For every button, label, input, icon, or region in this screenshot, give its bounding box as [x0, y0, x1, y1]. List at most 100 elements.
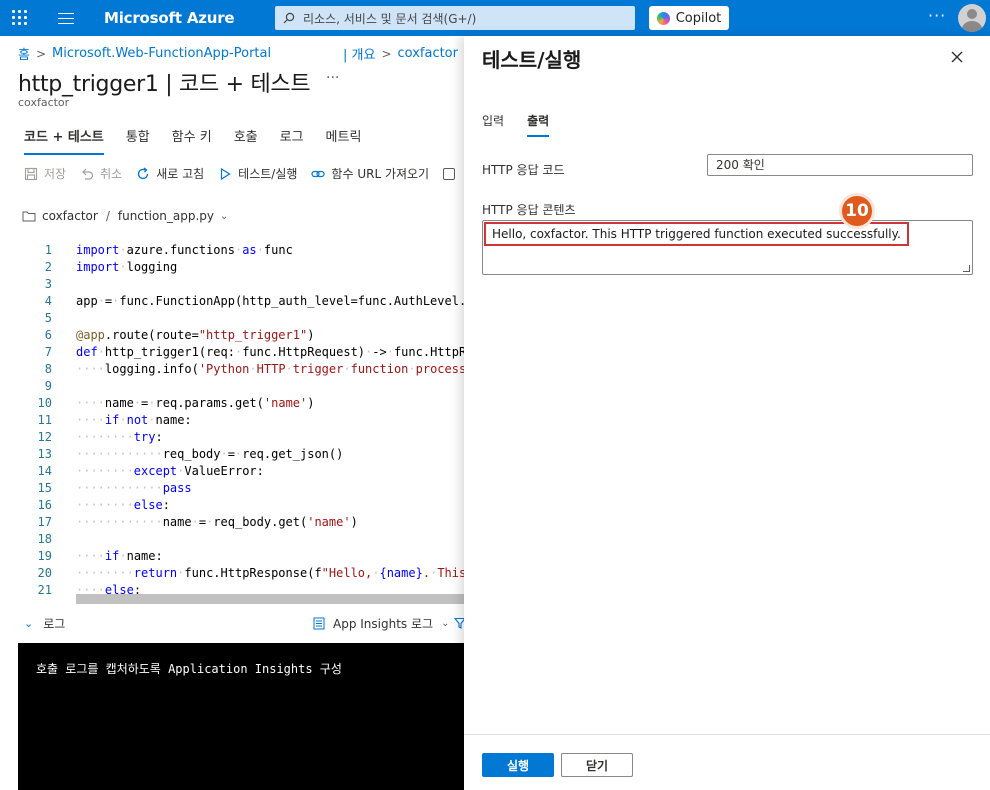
- copilot-icon: [656, 11, 670, 25]
- code-text: ········except·ValueError:: [76, 464, 264, 478]
- run-button[interactable]: 실행: [482, 753, 554, 777]
- folder-name: coxfactor: [42, 209, 98, 223]
- file-name[interactable]: function_app.py: [118, 209, 214, 223]
- footer-divider: [464, 734, 990, 735]
- line-number: 5: [44, 311, 52, 325]
- discard-button[interactable]: 취소: [80, 165, 122, 182]
- log-console: 호출 로그를 캡처하도록 Application Insights 구성: [18, 643, 464, 790]
- line-number: 8: [44, 362, 52, 376]
- horizontal-scrollbar[interactable]: [76, 594, 464, 604]
- path-separator: /: [105, 209, 110, 223]
- breadcrumb: 홈 > Microsoft.Web-FunctionApp-Portal: [18, 44, 271, 63]
- search-placeholder: 리소스, 서비스 및 문서 검색(G+/): [303, 11, 477, 26]
- http-content-label: HTTP 응답 콘텐츠: [482, 203, 576, 217]
- tab-invocations[interactable]: 호출: [234, 126, 258, 155]
- app-insights-dropdown[interactable]: App Insights 로그 ⌄: [313, 615, 449, 632]
- line-number: 2: [44, 260, 52, 274]
- copilot-button[interactable]: Copilot: [649, 6, 729, 30]
- panel-title: 테스트/실행: [482, 48, 582, 72]
- line-number: 14: [37, 464, 52, 478]
- chevron-down-icon[interactable]: ⌄: [220, 211, 228, 222]
- undo-icon: [82, 168, 94, 180]
- copilot-label: Copilot: [675, 10, 722, 26]
- tab-function-keys[interactable]: 함수 키: [172, 126, 212, 155]
- more-options-icon[interactable]: ···: [928, 6, 946, 25]
- http-code-label: HTTP 응답 코드: [482, 163, 565, 177]
- page-subtitle: coxfactor: [18, 96, 70, 109]
- tab-output[interactable]: 출력: [527, 112, 550, 137]
- brand-title[interactable]: Microsoft Azure: [104, 9, 235, 27]
- http-content-value: Hello, coxfactor. This HTTP triggered fu…: [484, 222, 909, 246]
- http-code-field[interactable]: 200 확인: [707, 154, 973, 176]
- line-number: 9: [44, 379, 52, 393]
- close-icon[interactable]: [950, 50, 964, 64]
- avatar[interactable]: [958, 4, 986, 32]
- tab-metrics[interactable]: 메트릭: [326, 126, 362, 155]
- save-button[interactable]: 저장: [24, 165, 66, 182]
- line-number: 4: [44, 294, 52, 308]
- page-title: http_trigger1 | 코드 + 테스트: [18, 72, 311, 97]
- toolbar: 저장 취소 새로 고침 테스트/실행 함수 URL 가져오기: [24, 165, 456, 182]
- test-run-panel: 테스트/실행 입력 출력 HTTP 응답 코드 200 확인 HTTP 응답 콘…: [464, 36, 990, 790]
- code-text: ····logging.info('Python·HTTP·trigger·fu…: [76, 362, 464, 376]
- line-number: 20: [37, 566, 52, 580]
- line-number: 16: [37, 498, 52, 512]
- line-number: 10: [37, 396, 52, 410]
- more-icon[interactable]: ···: [326, 70, 339, 86]
- document-icon: [313, 617, 325, 630]
- console-message: 호출 로그를 캡처하도록 Application Insights 구성: [36, 662, 342, 676]
- app-launcher-icon[interactable]: [12, 10, 28, 26]
- code-text: def·http_trigger1(req:·func.HttpRequest)…: [76, 345, 464, 359]
- toolbar-checkbox[interactable]: [443, 167, 456, 180]
- line-number: 13: [37, 447, 52, 461]
- test-run-label: 테스트/실행: [238, 167, 298, 181]
- refresh-icon: [138, 166, 149, 179]
- code-text: ····if·name:: [76, 549, 163, 563]
- breadcrumb-home[interactable]: 홈: [18, 44, 30, 63]
- line-number: 11: [37, 413, 52, 427]
- close-button[interactable]: 닫기: [561, 753, 633, 777]
- code-editor[interactable]: 21 ····else: 20 ········return·func.HttpRes…: [18, 242, 464, 604]
- line-number: 7: [44, 345, 52, 359]
- logs-toggle[interactable]: ⌄ 로그: [24, 615, 65, 632]
- line-number: 12: [37, 430, 52, 444]
- refresh-button[interactable]: 새로 고침: [136, 165, 204, 182]
- chevron-down-icon: ⌄: [441, 618, 450, 629]
- tab-logs[interactable]: 로그: [280, 126, 304, 155]
- line-number: 6: [44, 328, 52, 342]
- line-number: 3: [44, 277, 52, 291]
- code-text: ············req_body·=·req.get_json(): [76, 447, 344, 461]
- code-text: import·logging: [76, 260, 178, 274]
- breadcrumb-item[interactable]: Microsoft.Web-FunctionApp-Portal: [52, 46, 271, 61]
- breadcrumb-overlapped: | 개요 > coxfactor >: [343, 44, 474, 63]
- save-label: 저장: [44, 167, 67, 181]
- tab-bar: 코드 + 테스트 통합 함수 키 호출 로그 메트릭: [24, 126, 383, 155]
- search-icon: [283, 12, 295, 24]
- get-function-url-button[interactable]: 함수 URL 가져오기: [311, 165, 429, 182]
- tab-input[interactable]: 입력: [482, 112, 504, 137]
- save-icon: [24, 167, 38, 180]
- test-run-button[interactable]: 테스트/실행: [218, 165, 297, 182]
- resize-handle-icon[interactable]: [963, 265, 970, 272]
- search-box[interactable]: 리소스, 서비스 및 문서 검색(G+/): [275, 6, 635, 30]
- breadcrumb-app[interactable]: coxfactor: [398, 46, 458, 61]
- step-callout-badge: 10: [839, 193, 875, 229]
- line-number: 1: [44, 243, 52, 257]
- code-text: ········try:: [76, 430, 163, 444]
- chevron-down-icon: ⌄: [24, 617, 34, 630]
- tab-integration[interactable]: 통합: [126, 126, 150, 155]
- chevron-right-icon: >: [381, 46, 392, 61]
- file-path: coxfactor / function_app.py ⌄: [22, 209, 228, 223]
- menu-icon[interactable]: [58, 13, 74, 24]
- line-number: 19: [37, 549, 52, 563]
- code-text: ········return·func.HttpResponse(f"Hello…: [76, 566, 464, 580]
- link-icon: [311, 170, 326, 177]
- code-text: @app.route(route="http_trigger1"): [76, 328, 315, 342]
- line-number: 17: [37, 515, 52, 529]
- breadcrumb-overview[interactable]: | 개요: [343, 44, 375, 63]
- tab-code-test[interactable]: 코드 + 테스트: [24, 126, 104, 155]
- play-icon: [221, 167, 231, 180]
- get-function-url-label: 함수 URL 가져오기: [331, 167, 430, 181]
- code-text: ············pass: [76, 481, 192, 495]
- refresh-label: 새로 고침: [156, 167, 205, 181]
